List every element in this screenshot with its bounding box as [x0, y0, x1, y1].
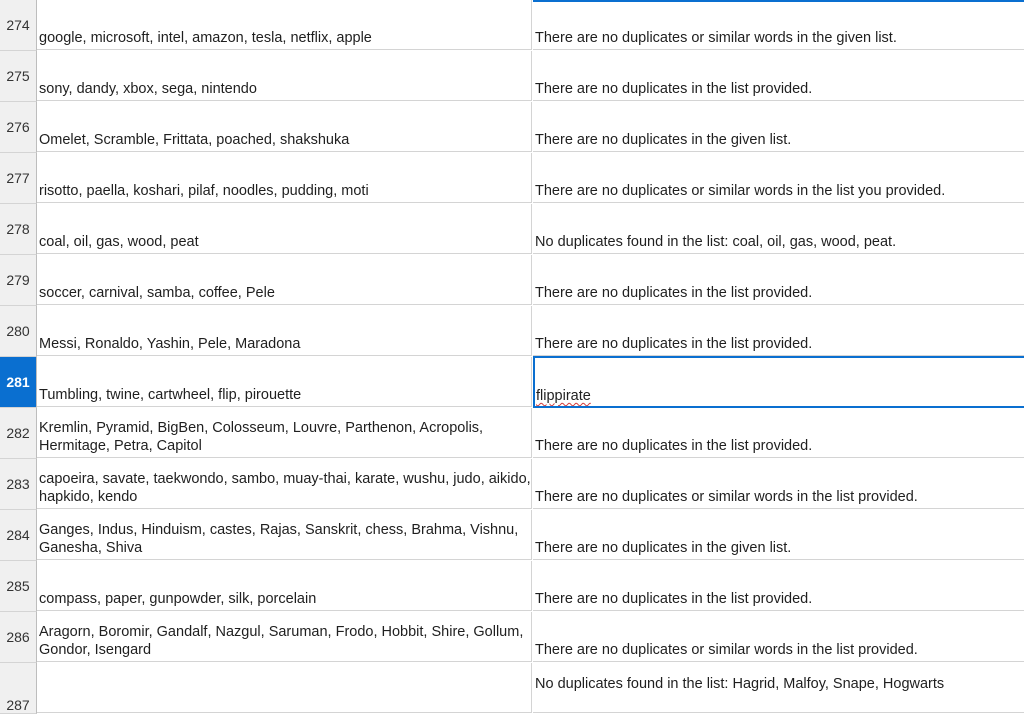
cell-b[interactable]: There are no duplicates or similar words… — [533, 612, 1024, 662]
cell-b[interactable]: There are no duplicates or similar words… — [533, 459, 1024, 509]
cell-a[interactable] — [37, 663, 532, 713]
table-row: 275 sony, dandy, xbox, sega, nintendo Th… — [0, 51, 1024, 102]
row-header[interactable]: 283 — [0, 459, 37, 510]
table-row: 276 Omelet, Scramble, Frittata, poached,… — [0, 102, 1024, 153]
table-row: 286 Aragorn, Boromir, Gandalf, Nazgul, S… — [0, 612, 1024, 663]
cell-a[interactable]: Aragorn, Boromir, Gandalf, Nazgul, Sarum… — [37, 612, 532, 662]
cell-a[interactable]: Omelet, Scramble, Frittata, poached, sha… — [37, 102, 532, 152]
cell-a[interactable]: Ganges, Indus, Hinduism, castes, Rajas, … — [37, 510, 532, 560]
cell-a[interactable]: Messi, Ronaldo, Yashin, Pele, Maradona — [37, 306, 532, 356]
cell-a[interactable]: Tumbling, twine, cartwheel, flip, piroue… — [37, 357, 532, 407]
row-header[interactable]: 276 — [0, 102, 37, 153]
row-header[interactable]: 274 — [0, 0, 37, 51]
row-header[interactable]: 286 — [0, 612, 37, 663]
cell-text: capoeira, savate, taekwondo, sambo, muay… — [39, 471, 531, 505]
cell-b[interactable]: There are no duplicates in the list prov… — [533, 51, 1024, 101]
table-row: 282 Kremlin, Pyramid, BigBen, Colosseum,… — [0, 408, 1024, 459]
cell-b[interactable]: No duplicates found in the list: coal, o… — [533, 204, 1024, 254]
cell-a[interactable]: soccer, carnival, samba, coffee, Pele — [37, 255, 532, 305]
cell-text: risotto, paella, koshari, pilaf, noodles… — [39, 183, 369, 199]
row-header[interactable]: 280 — [0, 306, 37, 357]
cell-b[interactable]: There are no duplicates in the list prov… — [533, 561, 1024, 611]
cell-a[interactable]: google, microsoft, intel, amazon, tesla,… — [37, 0, 532, 50]
table-row: 283 capoeira, savate, taekwondo, sambo, … — [0, 459, 1024, 510]
cell-text: Tumbling, twine, cartwheel, flip, piroue… — [39, 387, 302, 403]
cell-b[interactable]: There are no duplicates in the given lis… — [533, 102, 1024, 152]
cell-text: There are no duplicates in the list prov… — [535, 81, 813, 97]
row-header[interactable]: 284 — [0, 510, 37, 561]
table-row: 284 Ganges, Indus, Hinduism, castes, Raj… — [0, 510, 1024, 561]
cell-text: There are no duplicates or similar words… — [535, 183, 946, 199]
table-row: 285 compass, paper, gunpowder, silk, por… — [0, 561, 1024, 612]
cell-a[interactable]: sony, dandy, xbox, sega, nintendo — [37, 51, 532, 101]
row-header-active[interactable]: 281 — [0, 357, 37, 408]
cell-b[interactable]: There are no duplicates in the given lis… — [533, 510, 1024, 560]
table-row-active: 281 Tumbling, twine, cartwheel, flip, pi… — [0, 356, 1024, 408]
cell-a[interactable]: compass, paper, gunpowder, silk, porcela… — [37, 561, 532, 611]
table-row: 274 google, microsoft, intel, amazon, te… — [0, 0, 1024, 51]
table-row: 277 risotto, paella, koshari, pilaf, noo… — [0, 153, 1024, 204]
cell-b[interactable]: There are no duplicates or similar words… — [533, 0, 1024, 50]
table-row: 287 No duplicates found in the list: Hag… — [0, 663, 1024, 714]
cell-b[interactable]: There are no duplicates or similar words… — [533, 153, 1024, 203]
table-row: 279 soccer, carnival, samba, coffee, Pel… — [0, 255, 1024, 306]
cell-text: coal, oil, gas, wood, peat — [39, 234, 199, 250]
cell-text: There are no duplicates in the list prov… — [535, 336, 813, 352]
cell-text: Omelet, Scramble, Frittata, poached, sha… — [39, 132, 350, 148]
cell-a[interactable]: coal, oil, gas, wood, peat — [37, 204, 532, 254]
row-header[interactable]: 282 — [0, 408, 37, 459]
row-header[interactable]: 285 — [0, 561, 37, 612]
cell-text: There are no duplicates in the list prov… — [535, 591, 813, 607]
cell-text: There are no duplicates or similar words… — [535, 489, 918, 505]
row-header[interactable]: 277 — [0, 153, 37, 204]
selected-cell-b[interactable]: flippirate — [533, 356, 1024, 408]
cell-text: There are no duplicates in the given lis… — [535, 540, 792, 556]
cell-text: No duplicates found in the list: Hagrid,… — [535, 676, 945, 692]
cell-text: Aragorn, Boromir, Gandalf, Nazgul, Sarum… — [39, 624, 524, 658]
row-header[interactable]: 287 — [0, 663, 37, 714]
cell-a[interactable]: capoeira, savate, taekwondo, sambo, muay… — [37, 459, 532, 509]
cell-text: There are no duplicates in the list prov… — [535, 438, 813, 454]
cell-text: soccer, carnival, samba, coffee, Pele — [39, 285, 275, 301]
cell-b[interactable]: No duplicates found in the list: Hagrid,… — [533, 663, 1024, 713]
cell-text: No duplicates found in the list: coal, o… — [535, 234, 897, 250]
cell-b[interactable]: There are no duplicates in the list prov… — [533, 306, 1024, 356]
cell-a[interactable]: risotto, paella, koshari, pilaf, noodles… — [37, 153, 532, 203]
cell-b[interactable]: There are no duplicates in the list prov… — [533, 408, 1024, 458]
cell-text: compass, paper, gunpowder, silk, porcela… — [39, 591, 317, 607]
row-header[interactable]: 278 — [0, 204, 37, 255]
cell-text: Ganges, Indus, Hinduism, castes, Rajas, … — [39, 522, 519, 556]
cell-b[interactable]: There are no duplicates in the list prov… — [533, 255, 1024, 305]
cell-text: There are no duplicates in the list prov… — [535, 285, 813, 301]
cell-text: google, microsoft, intel, amazon, tesla,… — [39, 30, 372, 46]
table-row: 280 Messi, Ronaldo, Yashin, Pele, Marado… — [0, 306, 1024, 357]
cell-text: sony, dandy, xbox, sega, nintendo — [39, 81, 257, 97]
table-row: 278 coal, oil, gas, wood, peat No duplic… — [0, 204, 1024, 255]
cell-text: There are no duplicates in the given lis… — [535, 132, 792, 148]
row-header[interactable]: 279 — [0, 255, 37, 306]
cell-text: Kremlin, Pyramid, BigBen, Colosseum, Lou… — [39, 420, 484, 454]
row-header[interactable]: 275 — [0, 51, 37, 102]
cell-text: There are no duplicates or similar words… — [535, 642, 918, 658]
cell-text: Messi, Ronaldo, Yashin, Pele, Maradona — [39, 336, 301, 352]
cell-text: flippirate — [536, 388, 591, 404]
cell-a[interactable]: Kremlin, Pyramid, BigBen, Colosseum, Lou… — [37, 408, 532, 458]
cell-text: There are no duplicates or similar words… — [535, 30, 897, 46]
